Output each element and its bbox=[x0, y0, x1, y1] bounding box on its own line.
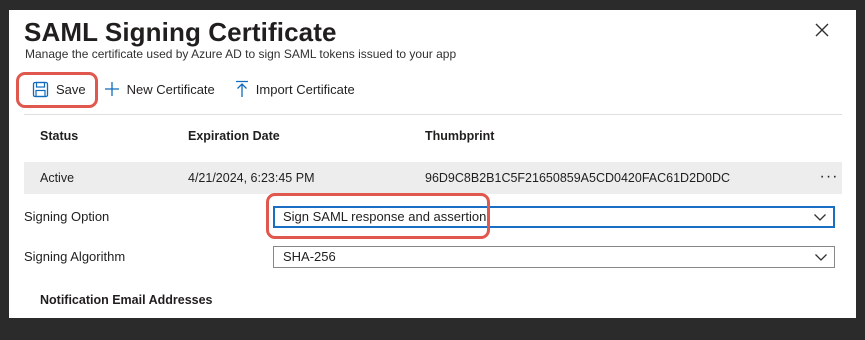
import-icon bbox=[235, 80, 248, 97]
save-icon bbox=[32, 81, 49, 97]
save-button[interactable]: Save bbox=[16, 71, 98, 108]
cell-thumbprint: 96D9C8B2B1C5F21650859A5CD0420FAC61D2D0DC bbox=[425, 171, 731, 185]
cell-expiration-date: 4/21/2024, 6:23:45 PM bbox=[188, 171, 315, 185]
chevron-down-icon bbox=[815, 254, 827, 261]
saml-signing-certificate-panel: SAML Signing Certificate Manage the cert… bbox=[9, 10, 856, 318]
signing-algorithm-select[interactable]: SHA-256 bbox=[273, 246, 835, 268]
import-certificate-button[interactable]: Import Certificate bbox=[235, 80, 355, 98]
page-title: SAML Signing Certificate bbox=[24, 17, 337, 47]
column-header-expiration-date: Expiration Date bbox=[188, 129, 280, 143]
import-certificate-label: Import Certificate bbox=[255, 81, 355, 97]
signing-option-select[interactable]: Sign SAML response and assertion bbox=[273, 206, 835, 228]
save-label: Save bbox=[56, 81, 86, 97]
signing-option-label: Signing Option bbox=[24, 209, 110, 224]
signing-algorithm-value: SHA-256 bbox=[283, 249, 336, 264]
page-subtitle: Manage the certificate used by Azure AD … bbox=[25, 47, 457, 61]
table-header-row: Status Expiration Date Thumbprint bbox=[24, 120, 842, 152]
signing-option-value: Sign SAML response and assertion bbox=[283, 209, 487, 224]
new-certificate-button[interactable]: New Certificate bbox=[104, 81, 215, 97]
column-header-thumbprint: Thumbprint bbox=[425, 129, 495, 143]
toolbar: Save New Certificate Import Certificate bbox=[16, 71, 375, 108]
cell-status: Active bbox=[40, 171, 75, 185]
certificate-table: Status Expiration Date Thumbprint Active… bbox=[24, 120, 842, 194]
chevron-down-icon bbox=[814, 214, 826, 221]
signing-algorithm-label: Signing Algorithm bbox=[24, 249, 126, 264]
column-header-status: Status bbox=[40, 129, 79, 143]
toolbar-divider bbox=[24, 114, 842, 115]
new-certificate-label: New Certificate bbox=[126, 81, 215, 97]
notification-email-heading: Notification Email Addresses bbox=[40, 293, 213, 307]
plus-icon bbox=[104, 82, 119, 96]
table-row[interactable]: Active 4/21/2024, 6:23:45 PM 96D9C8B2B1C… bbox=[24, 162, 842, 194]
more-icon[interactable]: ··· bbox=[818, 162, 840, 192]
close-icon[interactable] bbox=[812, 20, 832, 40]
